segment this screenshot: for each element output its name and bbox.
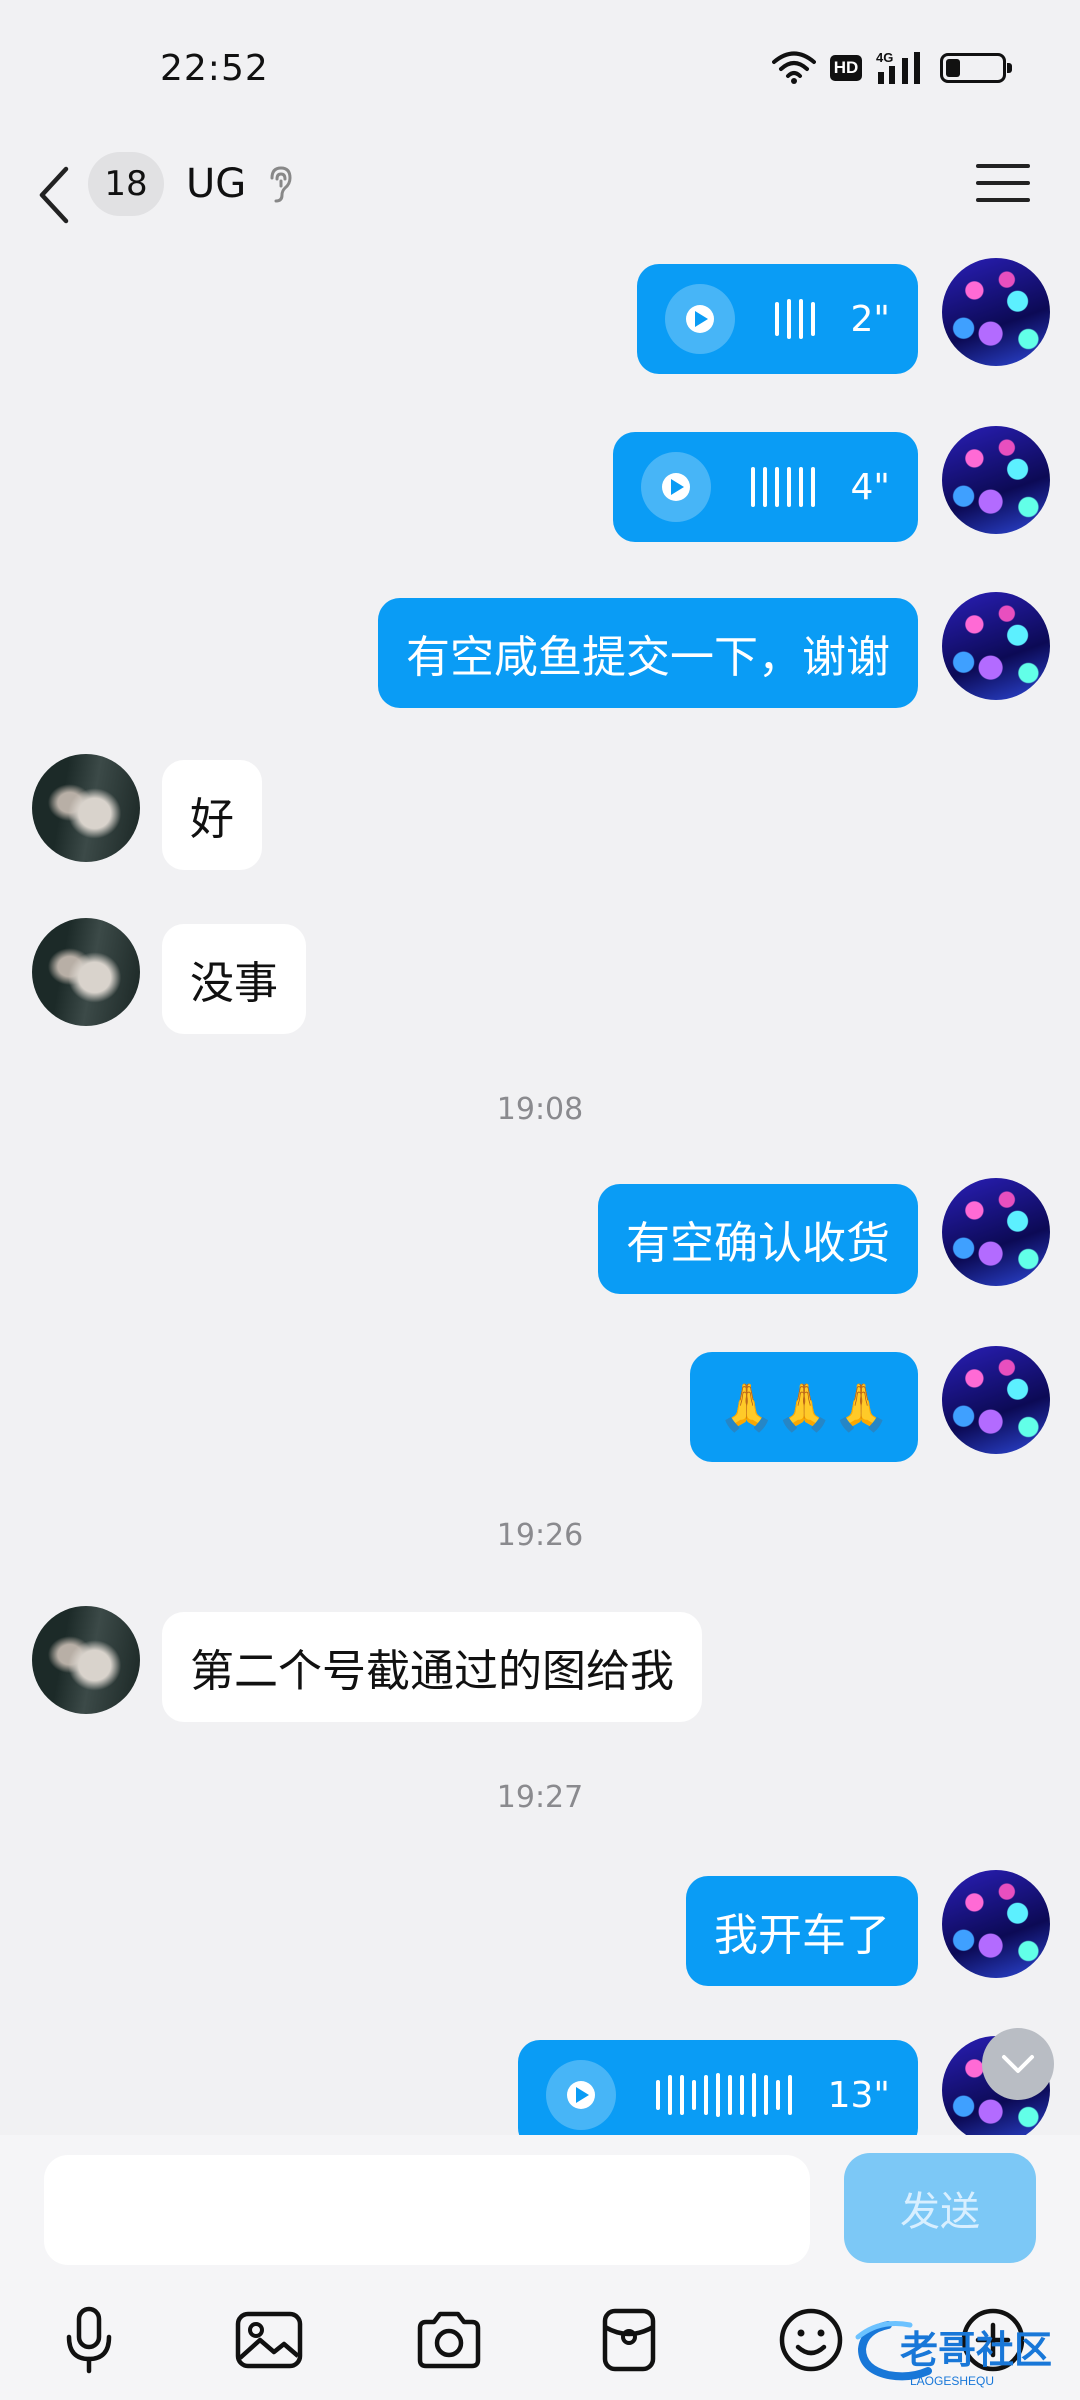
play-icon[interactable] <box>640 452 711 522</box>
gallery-button[interactable] <box>224 2295 314 2385</box>
avatar-self[interactable] <box>942 1870 1050 1978</box>
battery-icon <box>940 53 1012 83</box>
message-row-outgoing: 🙏🙏🙏 <box>0 1336 1080 1462</box>
message-row-incoming: 好 <box>0 754 1080 874</box>
message-bubble[interactable]: 有空咸鱼提交一下，谢谢 <box>378 598 918 708</box>
voice-message[interactable]: 2" <box>636 264 918 374</box>
message-bubble[interactable]: 第二个号截通过的图给我 <box>162 1612 702 1722</box>
menu-line <box>976 198 1030 202</box>
play-triangle <box>670 479 684 495</box>
message-row-outgoing: 4" <box>0 418 1080 542</box>
wifi-icon <box>772 51 816 84</box>
watermark-logo: 老哥社区 LAOGESHEQU <box>855 2321 1052 2388</box>
message-row-outgoing: 13" <box>0 2036 1080 2135</box>
avatar-self[interactable] <box>942 258 1050 366</box>
message-row-outgoing: 有空咸鱼提交一下，谢谢 <box>0 586 1080 708</box>
menu-line <box>976 164 1030 168</box>
message-bubble[interactable]: 🙏🙏🙏 <box>690 1352 918 1462</box>
back-button[interactable] <box>36 155 76 235</box>
message-row-outgoing: 我开车了 <box>0 1870 1080 1990</box>
timestamp: 19:26 <box>496 1518 584 1553</box>
message-input[interactable] <box>44 2155 810 2265</box>
avatar-contact[interactable] <box>32 754 140 862</box>
chevron-left-icon <box>39 166 69 224</box>
voice-duration: 4" <box>850 466 890 508</box>
send-button[interactable]: 发送 <box>844 2153 1036 2263</box>
voice-duration: 13" <box>827 2074 890 2116</box>
menu-line <box>976 181 1030 185</box>
status-icons: HD 4G <box>772 50 1012 86</box>
avatar-self[interactable] <box>942 426 1050 534</box>
play-triangle <box>575 2087 589 2103</box>
message-row-outgoing: 2" <box>0 250 1080 374</box>
message-row-incoming: 第二个号截通过的图给我 <box>0 1606 1080 1726</box>
voice-message[interactable]: 13" <box>517 2040 918 2135</box>
emoji-icon <box>779 2308 843 2372</box>
watermark-subtext: LAOGESHEQU <box>910 2374 994 2388</box>
message-bubble[interactable]: 好 <box>162 760 262 870</box>
play-triangle <box>694 311 708 327</box>
timestamp: 19:08 <box>496 1092 584 1127</box>
avatar-contact[interactable] <box>32 918 140 1026</box>
message-bubble[interactable]: 我开车了 <box>686 1876 918 1986</box>
play-icon[interactable] <box>664 284 735 354</box>
camera-icon <box>417 2311 481 2369</box>
chat-title[interactable]: UG <box>186 158 246 210</box>
red-packet-button[interactable] <box>584 2295 674 2385</box>
avatar-contact[interactable] <box>32 1606 140 1714</box>
microphone-icon <box>66 2306 112 2374</box>
input-bar: 发送 老哥社区 LAOGESHEQU <box>0 2135 1080 2400</box>
clock: 22:52 <box>160 48 269 89</box>
avatar-self[interactable] <box>942 1346 1050 1454</box>
camera-button[interactable] <box>404 2295 494 2385</box>
waveform-icon <box>774 299 815 339</box>
watermark-text: 老哥社区 <box>900 2328 1052 2372</box>
message-bubble[interactable]: 有空确认收货 <box>598 1184 918 1294</box>
voice-input-button[interactable] <box>44 2295 134 2385</box>
hd-badge: HD <box>830 55 862 81</box>
play-icon[interactable] <box>545 2060 616 2130</box>
avatar-self[interactable] <box>942 592 1050 700</box>
message-row-incoming: 没事 <box>0 918 1080 1038</box>
message-row-outgoing: 有空确认收货 <box>0 1172 1080 1294</box>
image-icon <box>235 2311 303 2369</box>
status-bar: 22:52 HD 4G <box>0 0 1080 140</box>
chat-header: 18 UG <box>0 140 1080 250</box>
ear-icon[interactable] <box>262 164 298 204</box>
waveform-icon <box>750 467 815 507</box>
battery-fill <box>946 59 960 77</box>
waveform-icon <box>655 2073 792 2117</box>
voice-message[interactable]: 4" <box>612 432 918 542</box>
message-list[interactable]: 2" 4" 有空咸鱼提交一下，谢谢 好 没事 19:08 有空确认收货 🙏🙏🙏 … <box>0 250 1080 2135</box>
red-packet-icon <box>602 2308 656 2372</box>
voice-duration: 2" <box>850 298 890 340</box>
chevron-down-icon <box>1002 2055 1034 2073</box>
unread-count-badge: 18 <box>88 152 164 216</box>
signal-icon: 4G <box>876 50 920 84</box>
menu-button[interactable] <box>976 160 1030 206</box>
timestamp: 19:27 <box>496 1780 584 1815</box>
scroll-to-bottom-button[interactable] <box>982 2028 1054 2100</box>
avatar-self[interactable] <box>942 1178 1050 1286</box>
message-bubble[interactable]: 没事 <box>162 924 306 1034</box>
svg-text:4G: 4G <box>876 50 893 65</box>
